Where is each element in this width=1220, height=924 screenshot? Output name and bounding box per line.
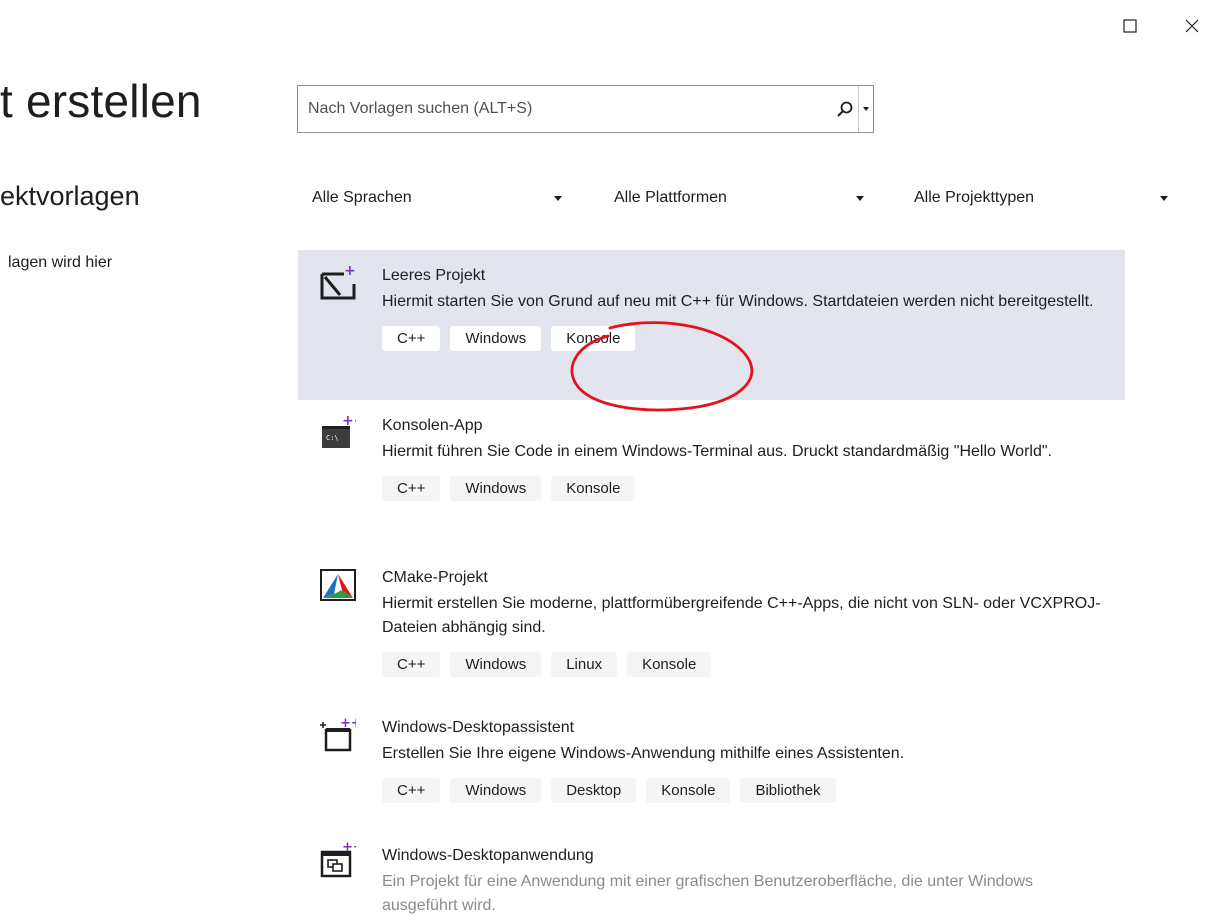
search-button[interactable] [832,86,858,132]
project-type-filter-label: Alle Projekttypen [914,189,1035,206]
chevron-down-icon [1160,195,1168,201]
svg-text:++: ++ [342,842,356,855]
template-item-cmake[interactable]: CMake-Projekt Hiermit erstellen Sie mode… [298,552,1125,702]
template-description: Hiermit erstellen Sie moderne, plattform… [382,595,1101,636]
chevron-down-icon [856,195,864,201]
search-options-dropdown[interactable] [858,86,873,132]
template-description: Hiermit führen Sie Code in einem Windows… [382,443,1052,460]
template-name: Windows-Desktopassistent [382,719,575,736]
template-description: Ein Projekt für eine Anwendung mit einer… [382,873,1034,914]
tag-list: C++ Windows Desktop Konsole Bibliothek [382,778,1125,803]
tag: C++ [382,778,441,803]
template-name: Windows-Desktopanwendung [382,847,594,864]
tag: Windows [450,476,542,501]
desktop-app-icon: ++ [320,842,356,878]
svg-text:C:\: C:\ [326,434,339,442]
tag: Windows [450,778,542,803]
search-input[interactable] [298,86,832,132]
tag: Desktop [551,778,637,803]
template-search-box[interactable] [297,85,874,133]
template-item-desktop-app[interactable]: ++ Windows-Desktopanwendung Ein Projekt … [298,830,1125,924]
chevron-down-icon [863,107,869,111]
svg-text:++: ++ [340,716,356,731]
maximize-button[interactable] [1114,10,1146,42]
tag: Konsole [627,652,712,677]
tag: Konsole [646,778,731,803]
platform-filter-label: Alle Plattformen [614,189,727,206]
annotation-circle [570,321,754,412]
cmake-icon [320,569,356,601]
tag: Konsole [551,476,636,501]
page-title: t erstellen [0,75,202,127]
tag: C++ [382,476,441,501]
template-item-console-app[interactable]: C:\ ++ Konsolen-App Hiermit führen Sie C… [298,400,1125,552]
tag: C++ [382,652,441,677]
recent-templates-hint: lagen wird hier [8,254,113,271]
close-icon [1185,19,1199,33]
empty-project-icon: ++ [320,264,356,300]
template-item-desktop-wizard[interactable]: ++ Windows-Desktopassistent Erstellen Si… [298,702,1125,826]
language-filter[interactable]: Alle Sprachen [298,178,576,218]
maximize-icon [1123,19,1137,33]
section-title: ektvorlagen [0,181,140,211]
tag: Linux [551,652,618,677]
project-type-filter[interactable]: Alle Projekttypen [900,178,1182,218]
template-name: Leeres Projekt [382,267,486,284]
platform-filter[interactable]: Alle Plattformen [600,178,878,218]
template-description: Hiermit starten Sie von Grund auf neu mi… [382,293,1094,310]
svg-text:++: ++ [342,414,356,429]
svg-text:++: ++ [344,264,356,279]
console-app-icon: C:\ ++ [322,414,356,448]
tag-list: C++ Windows Konsole [382,476,1125,501]
tag: C++ [382,326,441,351]
tag: Bibliothek [740,778,836,803]
close-button[interactable] [1176,10,1208,42]
template-description: Erstellen Sie Ihre eigene Windows-Anwend… [382,745,905,762]
language-filter-label: Alle Sprachen [312,189,412,206]
tag-list: C++ Windows Linux Konsole [382,652,1125,677]
tag: Windows [450,652,542,677]
search-icon [837,101,853,117]
desktop-wizard-icon: ++ [320,716,356,752]
tag: Windows [450,326,542,351]
template-name: CMake-Projekt [382,569,488,586]
chevron-down-icon [554,195,562,201]
